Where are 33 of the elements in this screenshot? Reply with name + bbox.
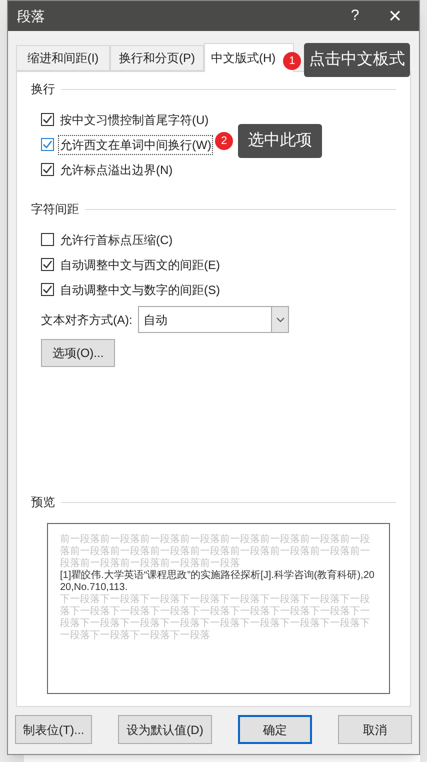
annotation-tooltip: 点击中文板式 [304,43,410,77]
dialog-button[interactable]: 取消 [338,715,412,744]
checkbox-label[interactable]: 按中文习惯控制首尾字符(U) [58,110,211,130]
checkbox[interactable] [41,233,54,246]
dialog-button[interactable]: 确定 [238,715,312,744]
tab[interactable]: 换行和分页(P) [110,45,204,71]
checkbox-label[interactable]: 自动调整中文与西文的间距(E) [58,254,222,274]
chevron-icon [271,307,288,332]
close-button[interactable]: × [375,3,415,29]
checkbox[interactable] [41,163,54,176]
window-title: 段落 [17,6,46,26]
checkbox[interactable] [41,138,54,151]
alignment-dropdown[interactable]: 自动 [138,306,290,333]
preview-next-text: 下一段落下一段落下一段落下一段落下一段落下一段落下一段落下一段落下一段落下一段落下一段落下一段落下一段落下一段落下一段落下一段落下一段落下一段落下一段落下一段落下一段落下一段落下一段落下一段落下一段落下一段落下一段落 [60,594,371,642]
section-title: 换行 [31,81,55,98]
dialog-button[interactable]: 设为默认值(D) [118,715,212,744]
checkbox[interactable] [41,283,54,296]
section-title: 字符间距 [31,201,79,218]
section-title: 预览 [31,494,55,511]
field-label: 文本对齐方式(A): [41,312,132,328]
checkbox[interactable] [41,113,54,126]
annotation-tooltip: 选中此项 [238,124,322,158]
preview-sample-text: [1]瞿皎伟.大学英语“课程思政”的实施路径探析[J].科学咨询(教育科研),2020,No.710,113. [60,570,376,594]
help-button[interactable]: ? [335,3,375,29]
checkbox[interactable] [41,258,54,271]
dialog-button[interactable]: 制表位(T)... [15,715,92,744]
tab[interactable]: 缩进和间距(I) [16,45,110,71]
preview-previous-text: 前一段落前一段落前一段落前一段落前一段落前一段落前一段落前一段落前一段落前一段落前一段落前一段落前一段落前一段落前一段落前一段落前一段落前一段落前一段落前一段落 [60,534,371,570]
checkbox-label[interactable]: 允许标点溢出边界(N) [58,160,175,180]
options-button[interactable]: 选项(O)... [41,339,115,367]
checkbox-label[interactable]: 允许西文在单词中间换行(W) [58,134,214,154]
checkbox-label[interactable]: 允许行首标点压缩(C) [58,230,175,250]
checkbox-label[interactable]: 自动调整中文与数字的间距(S) [58,280,222,300]
